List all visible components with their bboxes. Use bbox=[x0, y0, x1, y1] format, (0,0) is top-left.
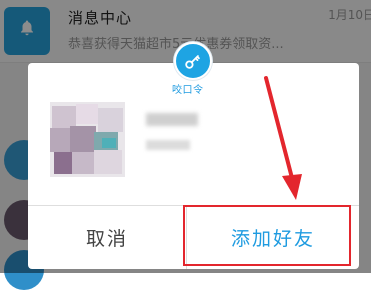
shared-user-name-blurred bbox=[146, 113, 198, 126]
kouling-badge bbox=[174, 42, 212, 80]
key-icon bbox=[185, 55, 200, 69]
kouling-label: 咬口令 bbox=[172, 85, 204, 96]
cancel-button[interactable]: 取消 bbox=[28, 206, 186, 269]
shared-content-thumbnail bbox=[50, 102, 125, 177]
annotation-highlight-box bbox=[183, 205, 351, 266]
shared-user-info-blurred bbox=[146, 140, 190, 150]
